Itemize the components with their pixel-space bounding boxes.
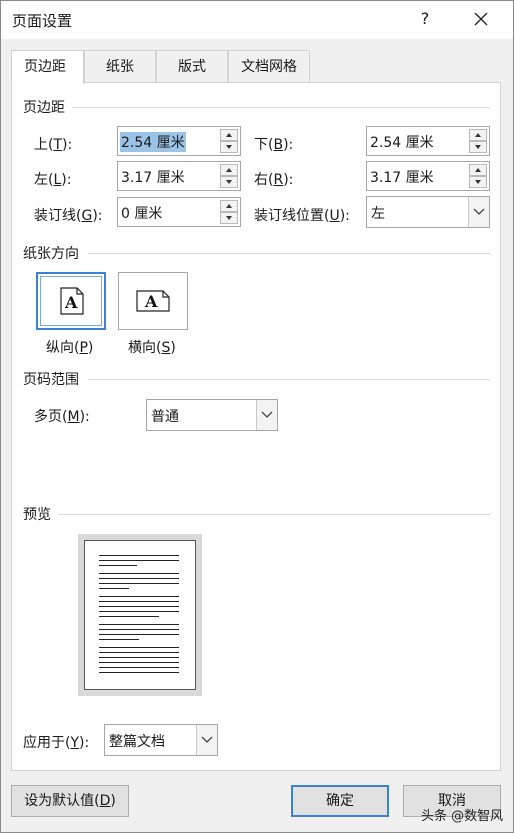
apply-to-value: 整篇文档 (109, 734, 165, 750)
tab-margins[interactable]: 页边距 (11, 50, 84, 84)
preview-section-title: 预览 (23, 504, 57, 524)
tab-layout[interactable]: 版式 (156, 50, 228, 82)
chevron-down-icon (473, 208, 485, 215)
preview-thumbnail (78, 534, 202, 696)
top-margin-increment[interactable] (220, 129, 238, 141)
section-divider (72, 107, 490, 108)
top-margin-decrement[interactable] (220, 141, 238, 153)
right-margin-label: 右(R): (254, 172, 294, 188)
multiple-pages-select[interactable]: 普通 (146, 399, 278, 431)
landscape-glyph: A (144, 292, 158, 311)
left-margin-spinner[interactable]: 3.17 厘米 (117, 161, 241, 191)
close-button[interactable] (469, 7, 493, 31)
ok-button[interactable]: 确定 (291, 785, 389, 817)
orientation-section-title: 纸张方向 (23, 243, 85, 263)
portrait-label[interactable]: 纵向(P) (46, 337, 93, 357)
page-setup-dialog: 页面设置 ? 页边距 纸张 版式 文档网格 页边距 上(T): 2.54 厘米 … (0, 0, 514, 833)
gutter-position-dropdown[interactable] (468, 197, 489, 227)
apply-to-dropdown[interactable] (196, 725, 217, 755)
right-margin-increment[interactable] (469, 164, 487, 176)
gutter-spinner[interactable]: 0 厘米 (117, 197, 241, 227)
landscape-option[interactable]: A (118, 272, 188, 330)
bottom-margin-increment[interactable] (469, 129, 487, 141)
bottom-margin-decrement[interactable] (469, 141, 487, 153)
bottom-margin-spinner[interactable]: 2.54 厘米 (366, 126, 490, 156)
gutter-position-select[interactable]: 左 (366, 196, 490, 228)
title-bar: 页面设置 ? (1, 1, 513, 39)
pages-section-title: 页码范围 (23, 369, 85, 389)
gutter-decrement[interactable] (220, 212, 238, 224)
section-divider (88, 379, 490, 380)
portrait-glyph: A (64, 293, 78, 312)
bottom-margin-label: 下(B): (254, 137, 294, 153)
left-margin-value[interactable]: 3.17 厘米 (120, 167, 186, 187)
close-icon (474, 12, 488, 26)
section-divider (88, 253, 490, 254)
tab-paper[interactable]: 纸张 (84, 50, 156, 82)
multiple-pages-label: 多页(M): (34, 409, 90, 425)
dialog-title: 页面设置 (12, 12, 73, 30)
top-margin-spinner[interactable]: 2.54 厘米 (117, 126, 241, 156)
margins-section-title: 页边距 (23, 97, 71, 117)
right-margin-decrement[interactable] (469, 176, 487, 188)
top-margin-label: 上(T): (34, 137, 73, 153)
chevron-down-icon (201, 736, 213, 743)
right-margin-spinner[interactable]: 3.17 厘米 (366, 161, 490, 191)
portrait-page-icon: A (60, 287, 84, 315)
watermark-text: 头条 @数智风 (421, 809, 504, 824)
tab-document-grid[interactable]: 文档网格 (228, 50, 310, 82)
landscape-page-icon: A (136, 290, 170, 312)
apply-to-select[interactable]: 整篇文档 (104, 724, 218, 756)
left-margin-decrement[interactable] (220, 176, 238, 188)
right-margin-value[interactable]: 3.17 厘米 (369, 167, 435, 187)
gutter-increment[interactable] (220, 200, 238, 212)
bottom-margin-value[interactable]: 2.54 厘米 (369, 132, 435, 152)
top-margin-value[interactable]: 2.54 厘米 (120, 132, 186, 152)
portrait-option[interactable]: A (36, 272, 106, 330)
set-as-default-button[interactable]: 设为默认值(D) (11, 785, 129, 817)
landscape-label[interactable]: 横向(S) (128, 337, 176, 357)
left-margin-increment[interactable] (220, 164, 238, 176)
apply-to-label: 应用于(Y): (23, 735, 90, 751)
preview-page (84, 540, 196, 690)
help-button[interactable]: ? (413, 7, 437, 31)
section-divider (58, 514, 490, 515)
gutter-position-label: 装订线位置(U): (254, 208, 350, 224)
gutter-position-value: 左 (371, 206, 385, 222)
chevron-down-icon (261, 411, 273, 418)
multiple-pages-value: 普通 (151, 409, 179, 425)
multiple-pages-dropdown[interactable] (256, 400, 277, 430)
gutter-value[interactable]: 0 厘米 (120, 203, 163, 223)
tab-panel: 页边距 上(T): 2.54 厘米 下(B): 2.54 厘米 左(L): 3.… (11, 82, 501, 771)
gutter-label: 装订线(G): (34, 208, 103, 224)
left-margin-label: 左(L): (34, 172, 72, 188)
